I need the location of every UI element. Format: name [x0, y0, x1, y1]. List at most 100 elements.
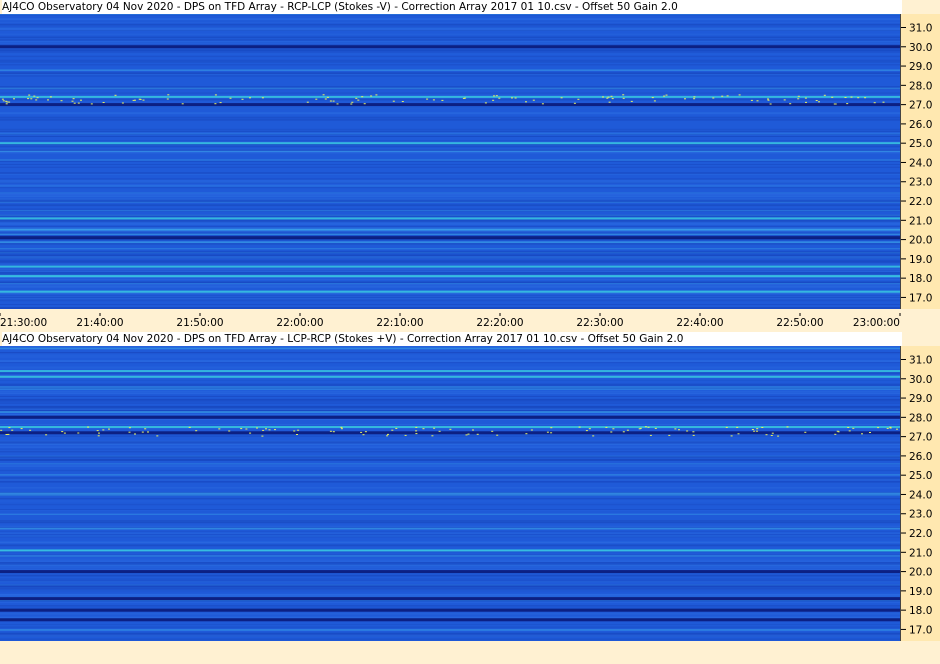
noise-streak: [0, 566, 900, 568]
x-tick-label: 22:40:00: [676, 317, 723, 329]
noise-streak: [0, 541, 900, 543]
hot-pixel: [432, 99, 435, 101]
hot-pixel: [592, 435, 595, 437]
hot-pixel: [789, 103, 792, 105]
hot-pixel: [262, 429, 265, 431]
hot-pixel: [726, 95, 729, 97]
hot-pixel: [249, 432, 252, 434]
hot-pixel: [261, 97, 264, 99]
hot-pixel: [753, 430, 756, 432]
hot-pixel: [767, 99, 770, 101]
noise-streak: [0, 192, 900, 194]
hot-pixel: [848, 430, 851, 432]
noise-streak: [0, 26, 900, 28]
noise-streak: [0, 574, 900, 577]
dark-band: [0, 570, 900, 574]
hot-pixel: [588, 428, 591, 430]
dark-band: [0, 103, 900, 107]
hot-pixel: [465, 434, 468, 436]
hot-pixel: [167, 94, 170, 96]
hot-pixel: [550, 432, 553, 434]
hot-pixel: [322, 94, 325, 96]
hot-pixel: [63, 432, 66, 434]
hot-pixel: [35, 99, 38, 101]
hot-pixel: [329, 100, 332, 102]
noise-streak: [0, 187, 900, 189]
noise-streak: [0, 560, 900, 562]
hot-pixel: [644, 426, 647, 428]
noise-streak: [0, 166, 900, 168]
noise-streak: [0, 497, 900, 500]
noise-streak: [0, 383, 900, 386]
y-tick-label: 23.0: [909, 509, 932, 521]
hot-pixel: [355, 97, 358, 99]
hot-pixel: [265, 428, 267, 430]
noise-streak: [0, 585, 900, 587]
noise-streak: [0, 272, 900, 274]
noise-streak: [0, 569, 900, 570]
hot-pixel: [873, 102, 876, 104]
hot-pixel: [525, 101, 527, 103]
noise-streak: [0, 509, 900, 510]
hot-pixel: [249, 97, 251, 99]
noise-streak: [0, 387, 900, 389]
hot-pixel: [844, 97, 847, 98]
noise-streak: [0, 228, 900, 231]
noise-streak: [0, 594, 900, 596]
hot-pixel: [188, 426, 191, 428]
noise-streak: [0, 492, 900, 493]
hot-pixel: [72, 98, 75, 100]
hot-pixel: [837, 431, 840, 433]
noise-streak: [0, 61, 900, 63]
y-tick-label: 26.0: [909, 119, 932, 131]
noise-streak: [0, 612, 900, 615]
noise-streak: [0, 352, 900, 354]
hot-pixel: [141, 431, 144, 433]
hot-pixel: [797, 98, 800, 100]
noise-streak: [0, 196, 900, 198]
noise-streak: [0, 248, 900, 250]
noise-streak: [0, 241, 900, 243]
noise-streak: [0, 409, 900, 411]
noise-streak: [0, 250, 900, 252]
noise-streak: [0, 478, 900, 481]
noise-streak: [0, 130, 900, 132]
hot-pixel: [240, 428, 243, 430]
hot-pixel: [391, 429, 394, 431]
noise-streak: [0, 75, 900, 77]
hot-pixel: [90, 103, 93, 105]
noise-streak: [0, 578, 900, 580]
noise-streak: [0, 118, 900, 120]
noise-streak: [0, 23, 900, 26]
noise-streak: [0, 87, 900, 90]
noise-streak: [0, 554, 900, 556]
hot-pixel: [833, 103, 836, 105]
hot-pixel: [0, 429, 3, 431]
noise-streak: [0, 419, 900, 420]
hot-pixel: [364, 431, 367, 433]
y-tick-label: 30.0: [909, 374, 932, 386]
hot-pixel: [422, 428, 425, 430]
hot-pixel: [725, 426, 728, 428]
noise-streak: [0, 629, 900, 631]
hot-pixel: [622, 431, 625, 433]
hot-pixel: [472, 429, 474, 431]
noise-streak: [0, 307, 900, 309]
x-tick-label: 22:20:00: [476, 317, 523, 329]
hot-pixel: [315, 98, 318, 100]
hot-pixel: [674, 428, 677, 430]
hot-pixel: [769, 103, 772, 105]
hot-pixel: [532, 99, 535, 101]
noise-streak: [0, 145, 900, 148]
hot-pixel: [357, 99, 360, 101]
bottom-frequency-axis: 17.0 18.0 19.0 20.0 21.0 22.0 23.0 24.0 25.0 26.0…: [900, 346, 940, 641]
hot-pixel: [229, 97, 232, 99]
noise-streak: [0, 510, 900, 512]
top-frequency-axis: 17.0 18.0 19.0 20.0 21.0 22.0 23.0 24.0 25.0 26.0…: [900, 14, 940, 309]
noise-streak: [0, 521, 900, 524]
hot-pixel: [102, 429, 105, 431]
noise-streak: [0, 562, 900, 564]
hot-pixel: [274, 429, 276, 431]
hot-pixel: [882, 101, 885, 103]
hot-pixel: [560, 97, 563, 99]
